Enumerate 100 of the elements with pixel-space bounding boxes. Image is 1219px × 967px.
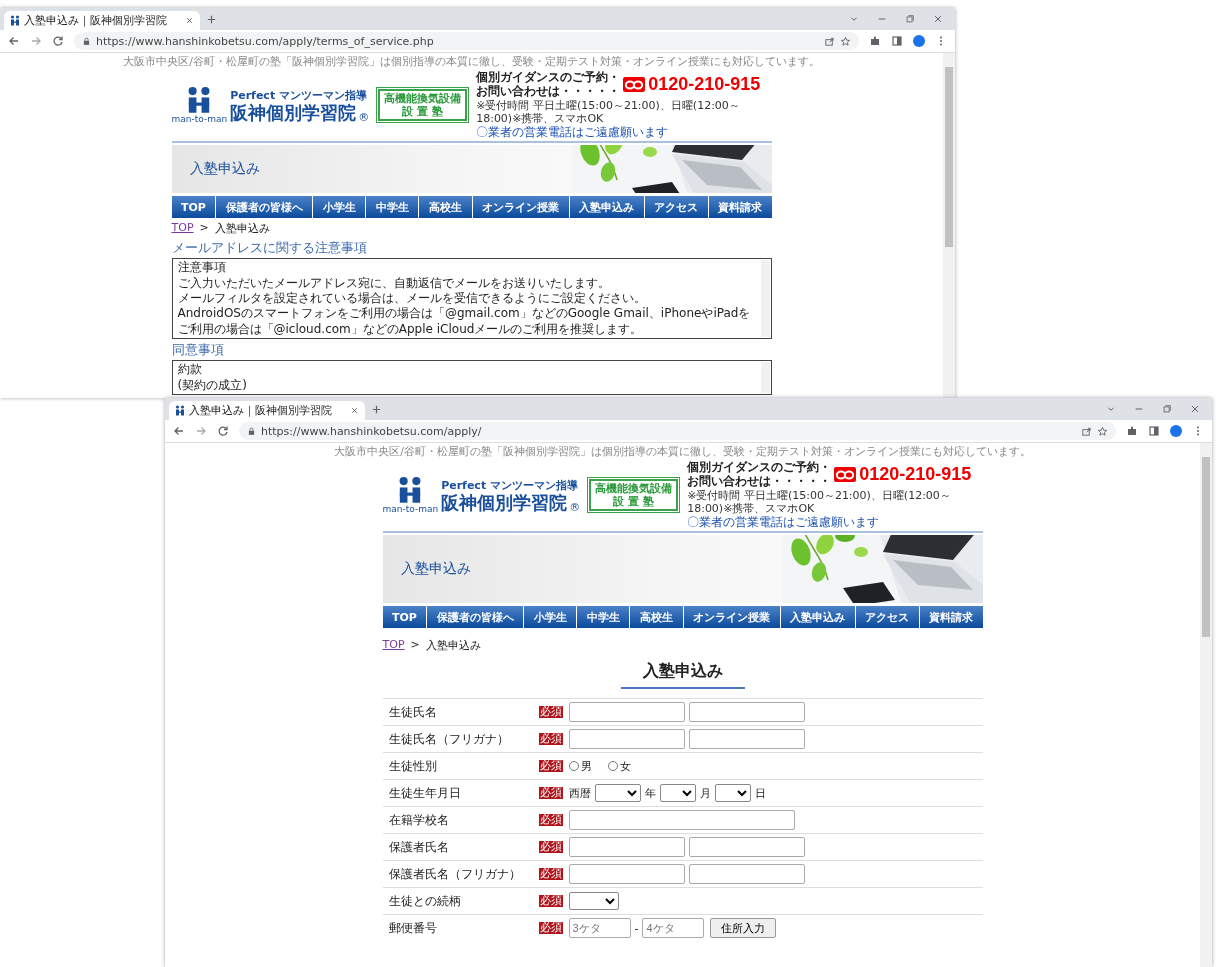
field-label: 生徒生年月日 xyxy=(388,784,462,802)
text-field[interactable] xyxy=(568,810,795,831)
nav-item[interactable]: 保護者の皆様へ xyxy=(427,606,524,629)
logo-name: 阪神個別学習院 xyxy=(230,103,357,125)
nav-item[interactable]: 中学生 xyxy=(366,196,419,219)
box-text: ご入力いただいたメールアドレス宛に、自動返信でメールをお送りいたします。 xyxy=(177,275,611,292)
back-icon[interactable] xyxy=(8,35,20,47)
text-field[interactable] xyxy=(568,729,685,750)
reload-icon[interactable] xyxy=(217,425,229,437)
avatar-icon[interactable] xyxy=(1170,425,1182,437)
nav-item[interactable]: 高校生 xyxy=(419,196,472,219)
share-icon[interactable] xyxy=(1081,425,1092,437)
reload-icon[interactable] xyxy=(52,35,64,47)
banner-title: 入塾申込み xyxy=(399,560,472,579)
breadcrumb-current: 入塾申込み xyxy=(425,638,481,654)
text-field[interactable] xyxy=(688,729,805,750)
text-box[interactable]: 約款 (契約の成立) xyxy=(171,360,772,395)
close-icon[interactable] xyxy=(185,16,194,25)
nav-item[interactable]: TOP xyxy=(171,196,216,219)
nav-item[interactable]: オンライン授業 xyxy=(683,606,780,629)
date-unit: 年 xyxy=(644,785,656,801)
select-field[interactable] xyxy=(714,784,751,803)
restore-icon[interactable] xyxy=(905,14,915,24)
field-label: 生徒氏名 xyxy=(388,703,438,721)
text-field[interactable] xyxy=(568,864,685,885)
field-label: 保護者氏名（フリガナ） xyxy=(388,865,522,883)
nav-item[interactable]: アクセス xyxy=(855,606,919,629)
nav-item[interactable]: TOP xyxy=(382,606,427,629)
date-unit: 日 xyxy=(754,785,766,801)
nav-item[interactable]: 入塾申込み xyxy=(569,196,644,219)
select-field[interactable] xyxy=(659,784,696,803)
required-badge: 必須 xyxy=(538,706,563,719)
registered-mark: ® xyxy=(569,501,581,515)
nav-item[interactable]: アクセス xyxy=(644,196,708,219)
close-icon[interactable] xyxy=(933,14,943,24)
nav-item[interactable]: 資料請求 xyxy=(708,196,772,219)
breadcrumb-separator: > xyxy=(199,221,209,237)
text-field[interactable]: 3ケタ xyxy=(568,918,631,939)
nav-item[interactable]: 入塾申込み xyxy=(780,606,855,629)
radio-option[interactable]: 女 xyxy=(607,758,631,774)
text-field[interactable] xyxy=(688,702,805,723)
nav-item[interactable]: 中学生 xyxy=(577,606,630,629)
nav-item[interactable]: オンライン授業 xyxy=(472,196,569,219)
browser-tab[interactable]: 入塾申込み｜阪神個別学習院 xyxy=(4,11,200,30)
contact-text: お問い合わせは・・・・・ xyxy=(687,474,832,489)
browser-tab[interactable]: 入塾申込み｜阪神個別学習院 xyxy=(169,401,365,420)
text-field[interactable]: 4ケタ xyxy=(642,918,705,939)
address-button[interactable]: 住所入力 xyxy=(710,918,777,939)
phone-number[interactable]: 0120-210-915 xyxy=(648,74,761,96)
close-icon[interactable] xyxy=(350,406,359,415)
sidebar-icon[interactable] xyxy=(891,35,903,47)
text-field[interactable] xyxy=(568,702,685,723)
select-field[interactable] xyxy=(568,892,619,911)
back-icon[interactable] xyxy=(173,425,185,437)
notice-text: 〇業者の営業電話はご遠慮願います xyxy=(687,514,881,530)
nav-item[interactable]: 資料請求 xyxy=(919,606,983,629)
scrollbar[interactable] xyxy=(760,260,770,338)
required-badge: 必須 xyxy=(538,814,563,827)
scrollbar[interactable] xyxy=(1200,443,1212,967)
field-label: 生徒性別 xyxy=(388,757,438,775)
nav-item[interactable]: 高校生 xyxy=(630,606,683,629)
required-badge: 必須 xyxy=(538,868,563,881)
forward-icon[interactable] xyxy=(195,425,207,437)
breadcrumb-link[interactable]: TOP xyxy=(171,221,194,237)
required-badge: 必須 xyxy=(538,895,563,908)
breadcrumb-link[interactable]: TOP xyxy=(382,638,405,654)
contact-text: お問い合わせは・・・・・ xyxy=(476,84,621,99)
select-field[interactable] xyxy=(594,784,641,803)
share-icon[interactable] xyxy=(824,35,835,47)
nav-item[interactable]: 小学生 xyxy=(313,196,366,219)
box-text: メールフィルタを設定されている場合は、メールを受信できるようにご設定ください。 xyxy=(177,291,647,307)
avatar-icon[interactable] xyxy=(913,35,925,47)
radio-option[interactable]: 男 xyxy=(568,758,592,774)
nav-item[interactable]: 小学生 xyxy=(524,606,577,629)
plus-icon[interactable] xyxy=(206,13,217,25)
plus-icon[interactable] xyxy=(371,403,382,415)
puzzle-icon[interactable] xyxy=(1126,425,1138,437)
star-icon[interactable] xyxy=(840,35,851,47)
tagline: 大阪市中央区/谷町・松屋町の塾「阪神個別学習院」は個別指導の本質に徹し、受験・定期テスト対策・オンライン授業にも対応しています。 xyxy=(123,54,820,69)
sidebar-icon[interactable] xyxy=(1148,425,1160,437)
field-label: 郵便番号 xyxy=(388,919,438,937)
star-icon[interactable] xyxy=(1097,425,1108,437)
text-field[interactable] xyxy=(688,864,805,885)
section-heading: 同意事項 xyxy=(171,341,225,360)
restore-icon[interactable] xyxy=(1162,404,1172,414)
puzzle-icon[interactable] xyxy=(869,35,881,47)
forward-icon[interactable] xyxy=(30,35,42,47)
phone-number[interactable]: 0120-210-915 xyxy=(859,464,972,486)
close-icon[interactable] xyxy=(1190,404,1200,414)
scrollbar[interactable] xyxy=(760,362,770,393)
nav-item[interactable]: 保護者の皆様へ xyxy=(216,196,313,219)
text-box[interactable]: 注意事項 ご入力いただいたメールアドレス宛に、自動返信でメールをお送りいたします。 メールフィルタを設定されている場合は、メールを受信できるようにご設定ください。 AndroidOSのスマートフォンをご利用の場合は「@gmail.com」などのGoogle Gmail、iPhoneやiPadをご利用の場合は「@icloud.com」などのApple iCloudメールのご利用を推奨します。 xyxy=(171,258,772,340)
field-label: 在籍学校名 xyxy=(388,811,450,829)
contact-text: 個別ガイダンスのご予約・ xyxy=(476,71,621,85)
hours-text: ※受付時間 平日土曜(15:00～21:00)、日曜(12:00～18:00)※携帯、スマホOK xyxy=(476,98,741,125)
text-field[interactable] xyxy=(688,837,805,858)
field-label: 生徒氏名（フリガナ） xyxy=(388,730,510,748)
text-field[interactable] xyxy=(568,837,685,858)
toll-free-icon xyxy=(834,467,857,483)
scrollbar[interactable] xyxy=(943,53,955,398)
